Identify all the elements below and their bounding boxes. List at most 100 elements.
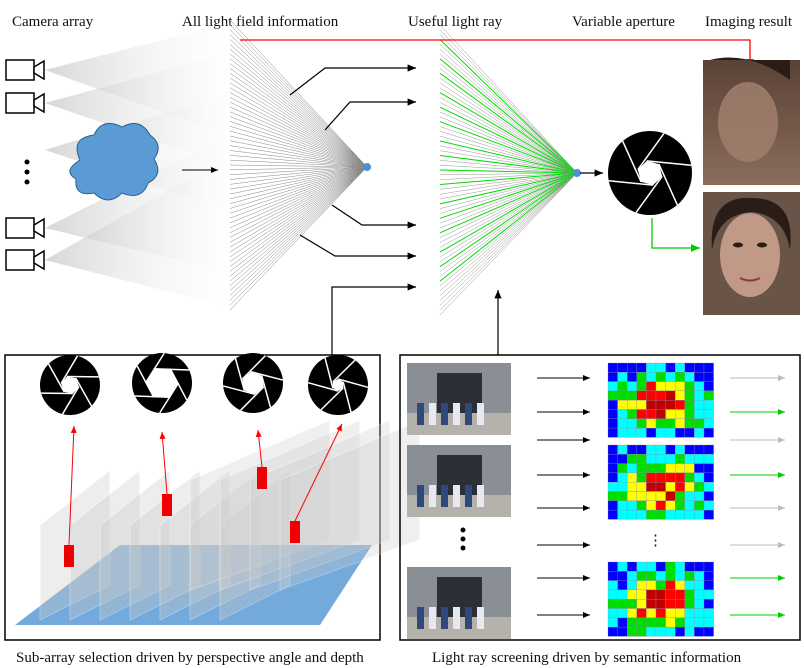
heatmap-cell [636,463,647,474]
heatmap-cell [607,454,618,464]
light-ray [229,24,368,168]
useful-light-ray [439,39,578,174]
caption-screening: Light ray screening driven by semantic i… [432,650,742,666]
heatmap-cell [675,571,685,581]
heatmap-cell [675,372,685,382]
camera-body [5,217,35,239]
heatmap-cell [655,599,666,609]
heatmap-cell [684,409,695,419]
heatmap-cell [617,427,628,438]
heatmap-cell [675,472,685,483]
semantic-screening-illustration: ⋮ [407,362,785,639]
heatmap-cell [675,491,685,501]
discarded-light-ray [439,172,578,200]
aperture-icon [608,131,692,215]
heatmap-cell [646,626,657,637]
heatmap-cell [694,372,705,382]
heatmap-cell [665,381,676,392]
heatmap-cell [665,454,676,464]
heatmap-cell [646,381,657,392]
caption-subarray: Sub-array selection driven by perspectiv… [16,650,364,666]
heatmap-cell [627,491,637,501]
heatmap-cell [655,362,666,373]
heatmap-cell [655,571,666,581]
heatmap-cell [665,500,676,511]
scene-person [441,485,448,507]
aperture-icon [307,355,369,415]
heatmap-cell [617,409,628,419]
heatmap-cell [636,500,647,511]
ellipsis-text: ⋮ [648,533,663,549]
scene-person [417,485,424,507]
heatmap-cell [675,580,685,591]
heatmap-cell [636,608,647,618]
label-useful-light-ray: Useful light ray [408,14,503,30]
scene-person [441,403,448,425]
heatmap-cell [655,427,666,438]
heatmap-cell [655,626,666,637]
heatmap-cell [694,500,705,511]
scene-person [453,607,460,629]
heatmap-cell [646,580,657,591]
heatmap-cell [655,381,666,392]
heatmap-cell [665,482,676,492]
heatmap-cell [617,372,628,382]
heatmap-cell [675,626,685,637]
heatmap-cell [694,491,705,501]
heatmap-cell [665,409,676,419]
heatmap-cell [607,580,618,591]
heatmap-cell [607,500,618,511]
heatmap-cell [675,561,685,572]
heatmap-cell [646,617,657,628]
heatmap-cell [684,400,695,410]
heatmap-cell [675,444,685,455]
heatmap-cell [646,400,657,410]
heatmap-cell [684,617,695,628]
heatmap-cell [684,463,695,474]
heatmap-cell [675,409,685,419]
ellipsis-icon [460,527,466,551]
aperture-icon [608,131,692,215]
heatmap-cell [627,381,637,392]
heatmap-cell [646,454,657,464]
heatmap-cell [665,472,676,483]
scene-image [407,445,511,517]
heatmap-cell [655,580,666,591]
heatmap-cell [684,444,695,455]
discarded-light-ray [439,24,578,174]
heatmap-cell [646,472,657,483]
heatmap-cell [607,491,618,501]
scene-person [453,403,460,425]
camera-icon [5,217,45,239]
heatmap-cell [607,390,618,401]
heatmap-cell [694,463,705,474]
heatmap-cell [636,509,647,520]
heatmap-cell [684,599,695,609]
label-variable-aperture: Variable aperture [572,14,675,30]
heatmap-cell [646,418,657,429]
heatmap-cell [607,599,618,609]
camera-lens [33,92,45,114]
heatmap-cell [627,427,637,438]
heatmap-cell [636,482,647,492]
heatmap-cell [684,580,695,591]
heatmap-cell [617,381,628,392]
heatmap-cell [607,571,618,581]
heatmap-cell [627,409,637,419]
scene-person [441,607,448,629]
scene-person [465,403,472,425]
scene-person [477,607,484,629]
heatmap-cell [646,500,657,511]
heatmap-cell [655,608,666,618]
heatmap-cell [703,571,714,581]
heatmap-cell [607,482,618,492]
heatmap-cell [684,427,695,438]
heatmap-cell [636,381,647,392]
heatmap-cell [694,362,705,373]
heatmap-cell [703,491,714,501]
heatmap-cell [617,400,628,410]
heatmap-cell [665,427,676,438]
camera-body [5,59,35,81]
heatmap-cell [703,561,714,572]
heatmap-cell [703,589,714,600]
